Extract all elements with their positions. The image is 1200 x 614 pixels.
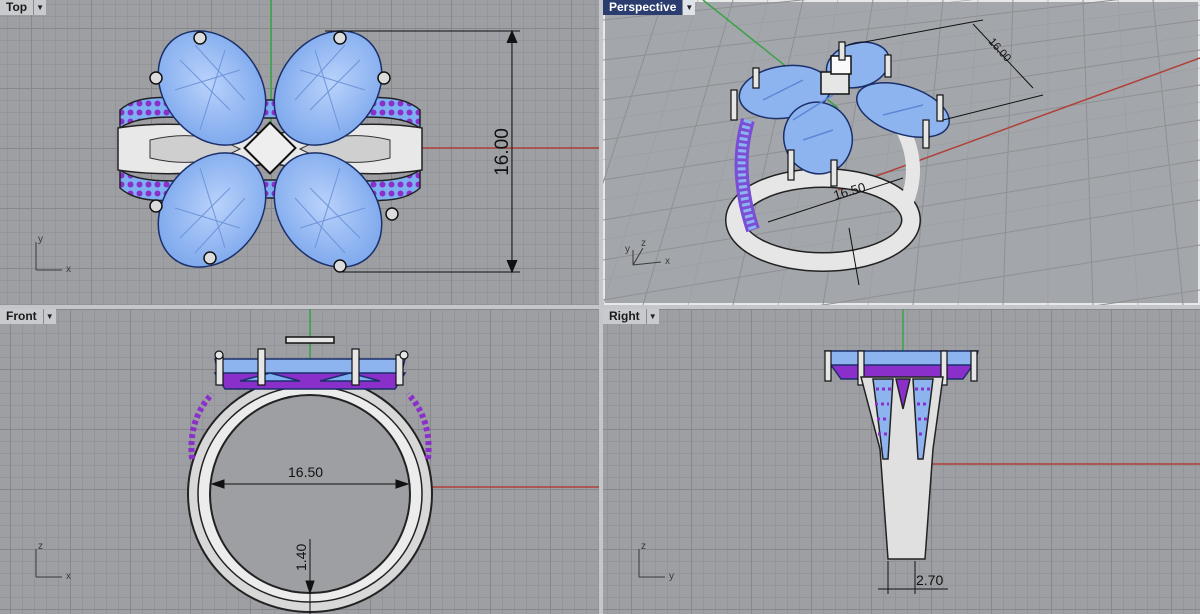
axis-indicator [638,549,665,578]
viewport-label: Front [0,309,44,324]
viewport-right[interactable]: Right ▼ 2.70 z y [603,309,1200,614]
right-view-scene: 2.70 z y [638,309,1200,594]
axis-label-z: z [641,238,646,249]
axis-label-y: y [669,571,674,582]
dimension-label-top: 16.00 [986,36,1013,64]
chevron-down-icon[interactable]: ▼ [683,0,696,15]
chevron-down-icon[interactable]: ▼ [43,309,56,324]
viewport-title-right[interactable]: Right ▼ [603,309,659,324]
viewport-label: Perspective [603,0,684,15]
axis-label-x: x [66,264,71,275]
dimension-label: 16.00 [492,128,513,176]
axis-label-x: x [665,256,670,267]
viewport-front[interactable]: Front ▼ 16.50 1.40 z x [0,309,599,614]
axis-label-y: y [38,234,43,245]
viewport-label: Top [0,0,35,15]
ring-head [823,350,980,380]
axis-label-z: z [38,541,43,552]
axis-indicator [35,242,62,271]
chevron-down-icon[interactable]: ▼ [34,0,47,15]
viewport-title-front[interactable]: Front ▼ [0,309,56,324]
axis-indicator [35,549,62,578]
center-stone [820,71,850,95]
chevron-down-icon[interactable]: ▼ [646,309,659,324]
ring-shank [860,376,944,560]
viewport-title-perspective[interactable]: Perspective ▼ [603,0,696,15]
viewport-title-top[interactable]: Top ▼ [0,0,47,15]
axis-label-x: x [66,571,71,582]
front-view-scene: 16.50 1.40 z x [35,309,599,614]
viewport-label: Right [603,309,647,324]
viewport-perspective[interactable]: 16.00 16.50 y z x Perspective ▼ [603,0,1200,305]
top-view-scene: 16.00 y x [35,0,599,275]
dimension-label-width: 2.70 [916,572,943,588]
dimension-label-height: 1.40 [293,544,309,571]
axis-label-z: z [641,541,646,552]
viewport-top[interactable]: Top ▼ 16.00 y x [0,0,599,305]
axis-label-y: y [625,244,630,255]
perspective-grid: 16.00 16.50 y z x [603,0,1200,305]
dimension-label-width: 16.50 [288,464,323,480]
